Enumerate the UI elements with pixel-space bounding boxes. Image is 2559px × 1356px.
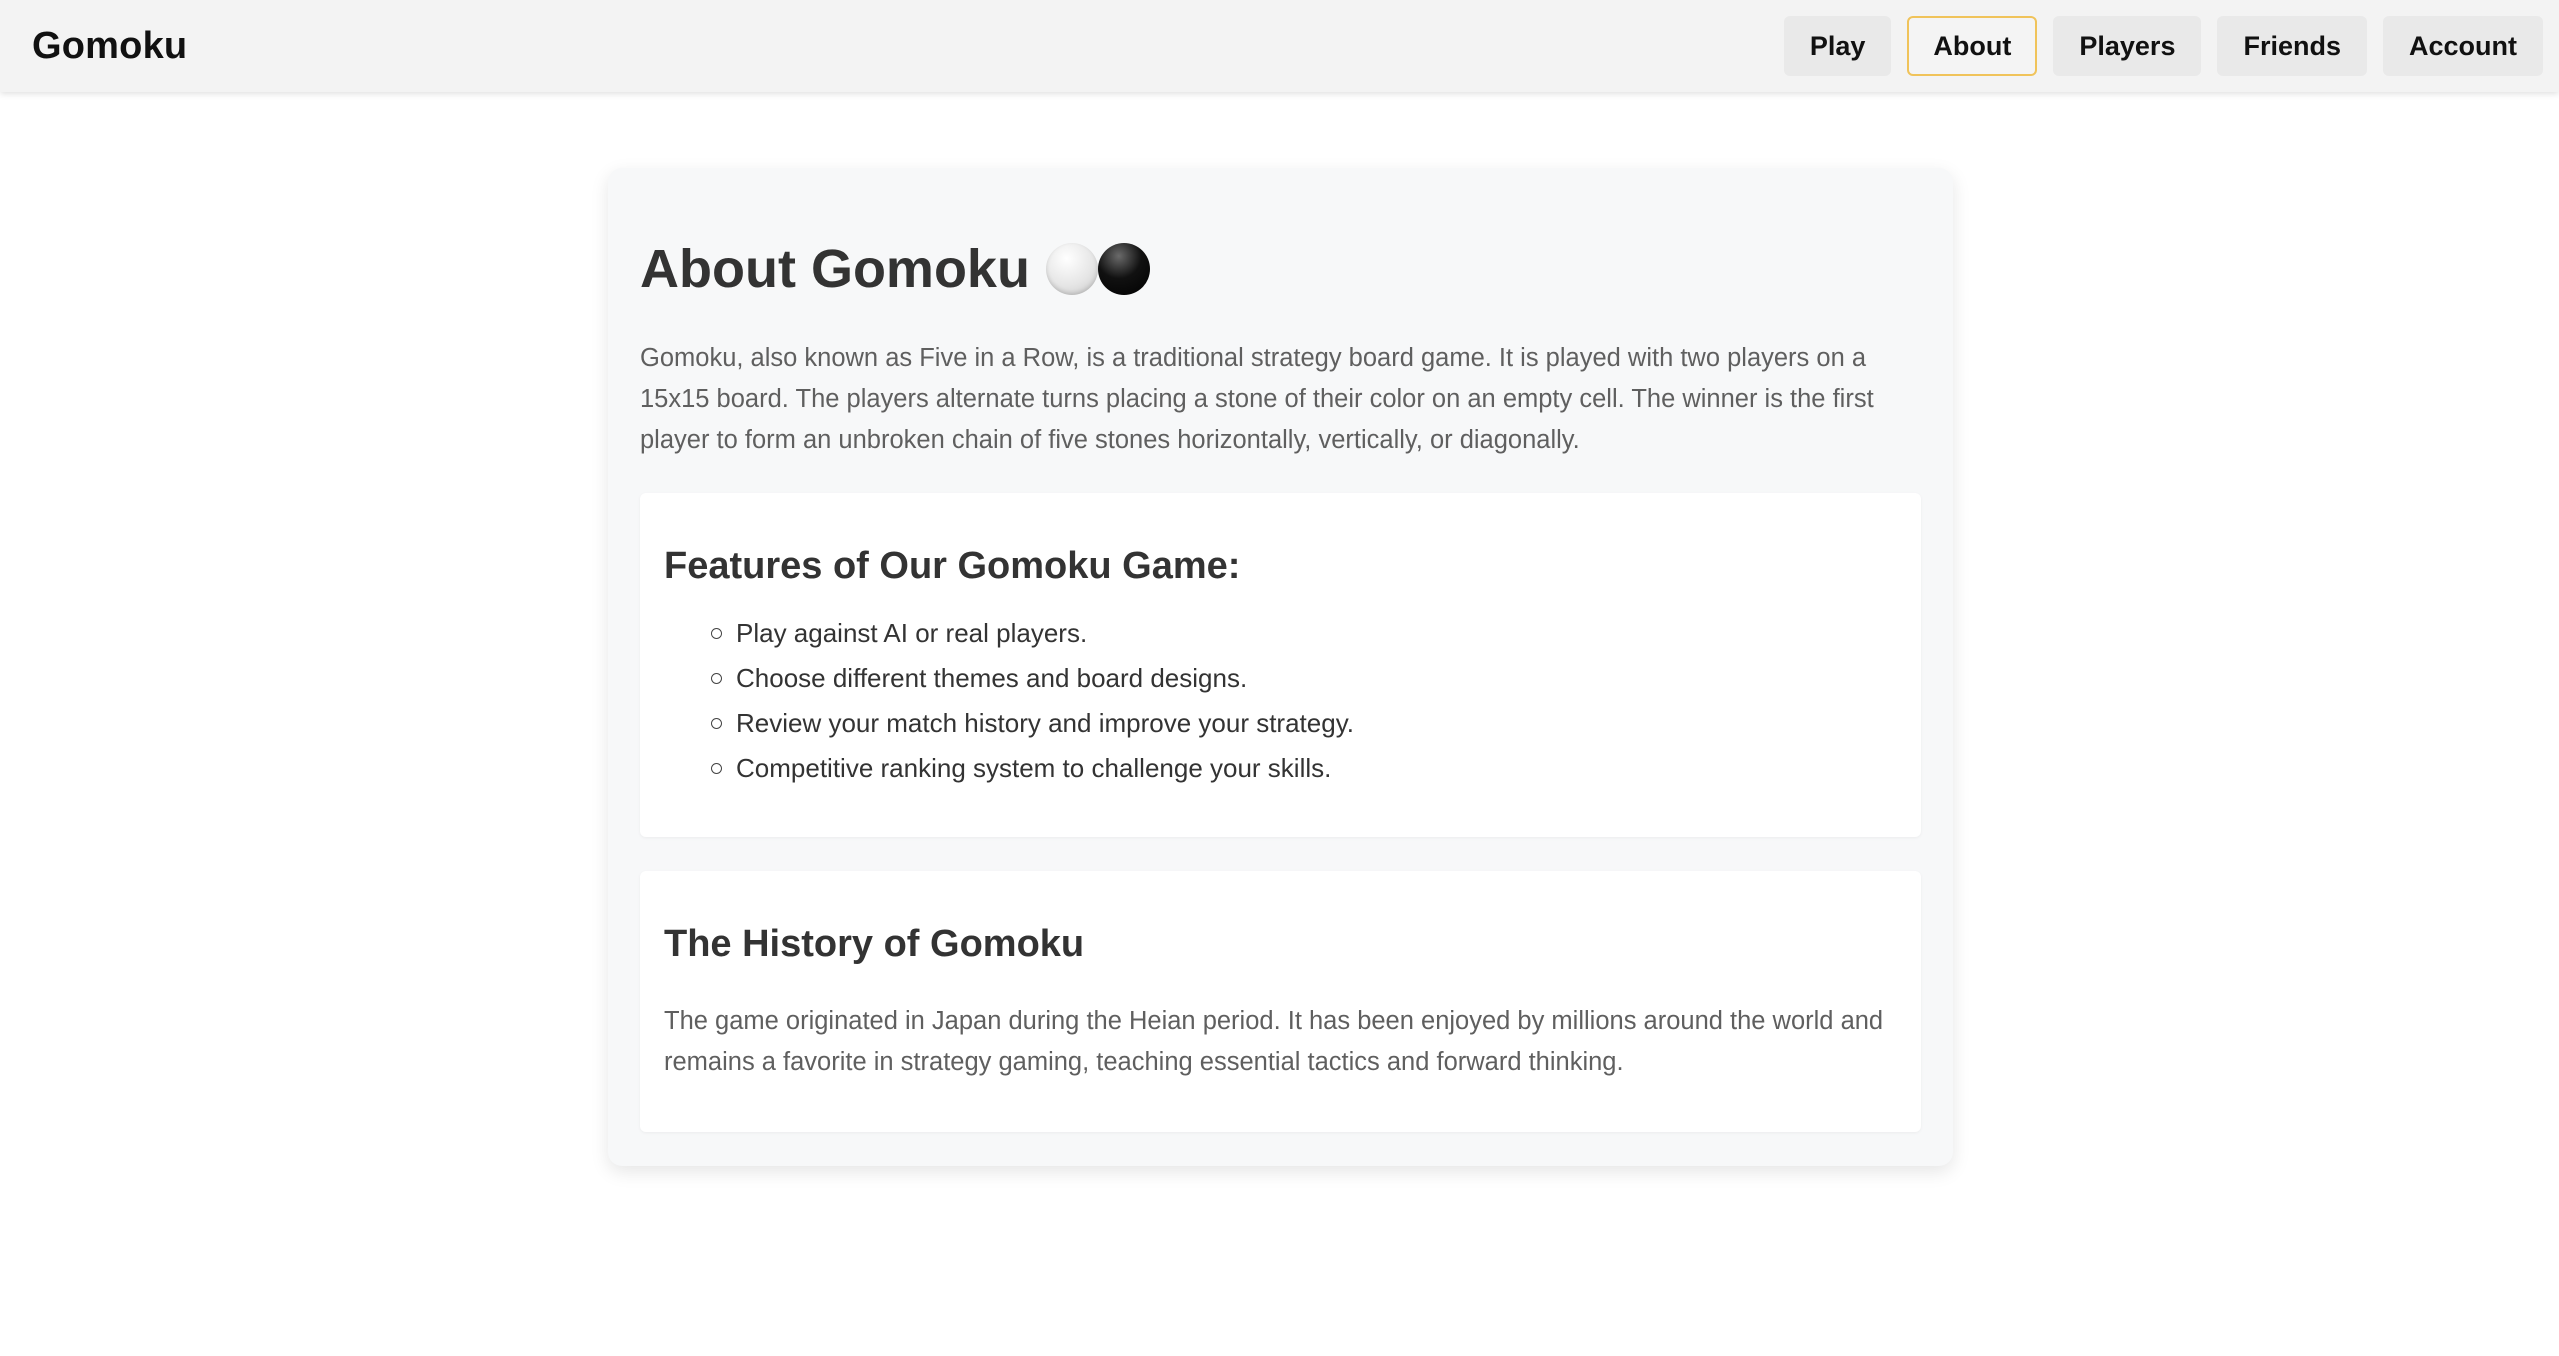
brand-logo-text[interactable]: Gomoku: [32, 25, 187, 68]
black-stone-icon: [1097, 243, 1150, 295]
nav-about-button[interactable]: About: [1907, 16, 2038, 76]
stones-emoji: [1045, 243, 1150, 295]
intro-paragraph: Gomoku, also known as Five in a Row, is …: [640, 344, 1874, 454]
features-list: Play against AI or real players. Choose …: [711, 611, 1354, 791]
features-heading: Features of Our Gomoku Game:: [664, 545, 1241, 587]
about-card: About Gomoku Gomoku, also known as Five …: [608, 168, 1953, 1166]
features-section: Features of Our Gomoku Game: Play agains…: [640, 493, 1921, 837]
nav-play-button[interactable]: Play: [1783, 16, 1892, 76]
nav-players-button[interactable]: Players: [2053, 16, 2202, 76]
page-title: About Gomoku: [640, 239, 1030, 299]
main-nav: Play About Players Friends Account: [1783, 16, 2543, 76]
circle-bullet-icon: [711, 673, 722, 684]
feature-text: Play against AI or real players.: [736, 618, 1088, 648]
circle-bullet-icon: [711, 628, 722, 639]
circle-bullet-icon: [711, 763, 722, 774]
list-item: Choose different themes and board design…: [711, 656, 1354, 701]
history-section: The History of Gomoku The game originate…: [640, 871, 1921, 1132]
nav-friends-button[interactable]: Friends: [2217, 16, 2367, 76]
list-item: Competitive ranking system to challenge …: [711, 746, 1354, 791]
feature-text: Competitive ranking system to challenge …: [736, 753, 1332, 783]
nav-account-button[interactable]: Account: [2383, 16, 2543, 76]
list-item: Review your match history and improve yo…: [711, 701, 1354, 746]
feature-text: Choose different themes and board design…: [736, 663, 1248, 693]
feature-text: Review your match history and improve yo…: [736, 708, 1354, 738]
list-item: Play against AI or real players.: [711, 611, 1354, 656]
title-row: About Gomoku: [640, 238, 1150, 300]
history-heading: The History of Gomoku: [664, 923, 1085, 965]
top-navigation-bar: Gomoku Play About Players Friends Accoun…: [0, 0, 2559, 92]
white-stone-icon: [1045, 243, 1098, 295]
history-paragraph: The game originated in Japan during the …: [664, 1007, 1884, 1076]
circle-bullet-icon: [711, 718, 722, 729]
